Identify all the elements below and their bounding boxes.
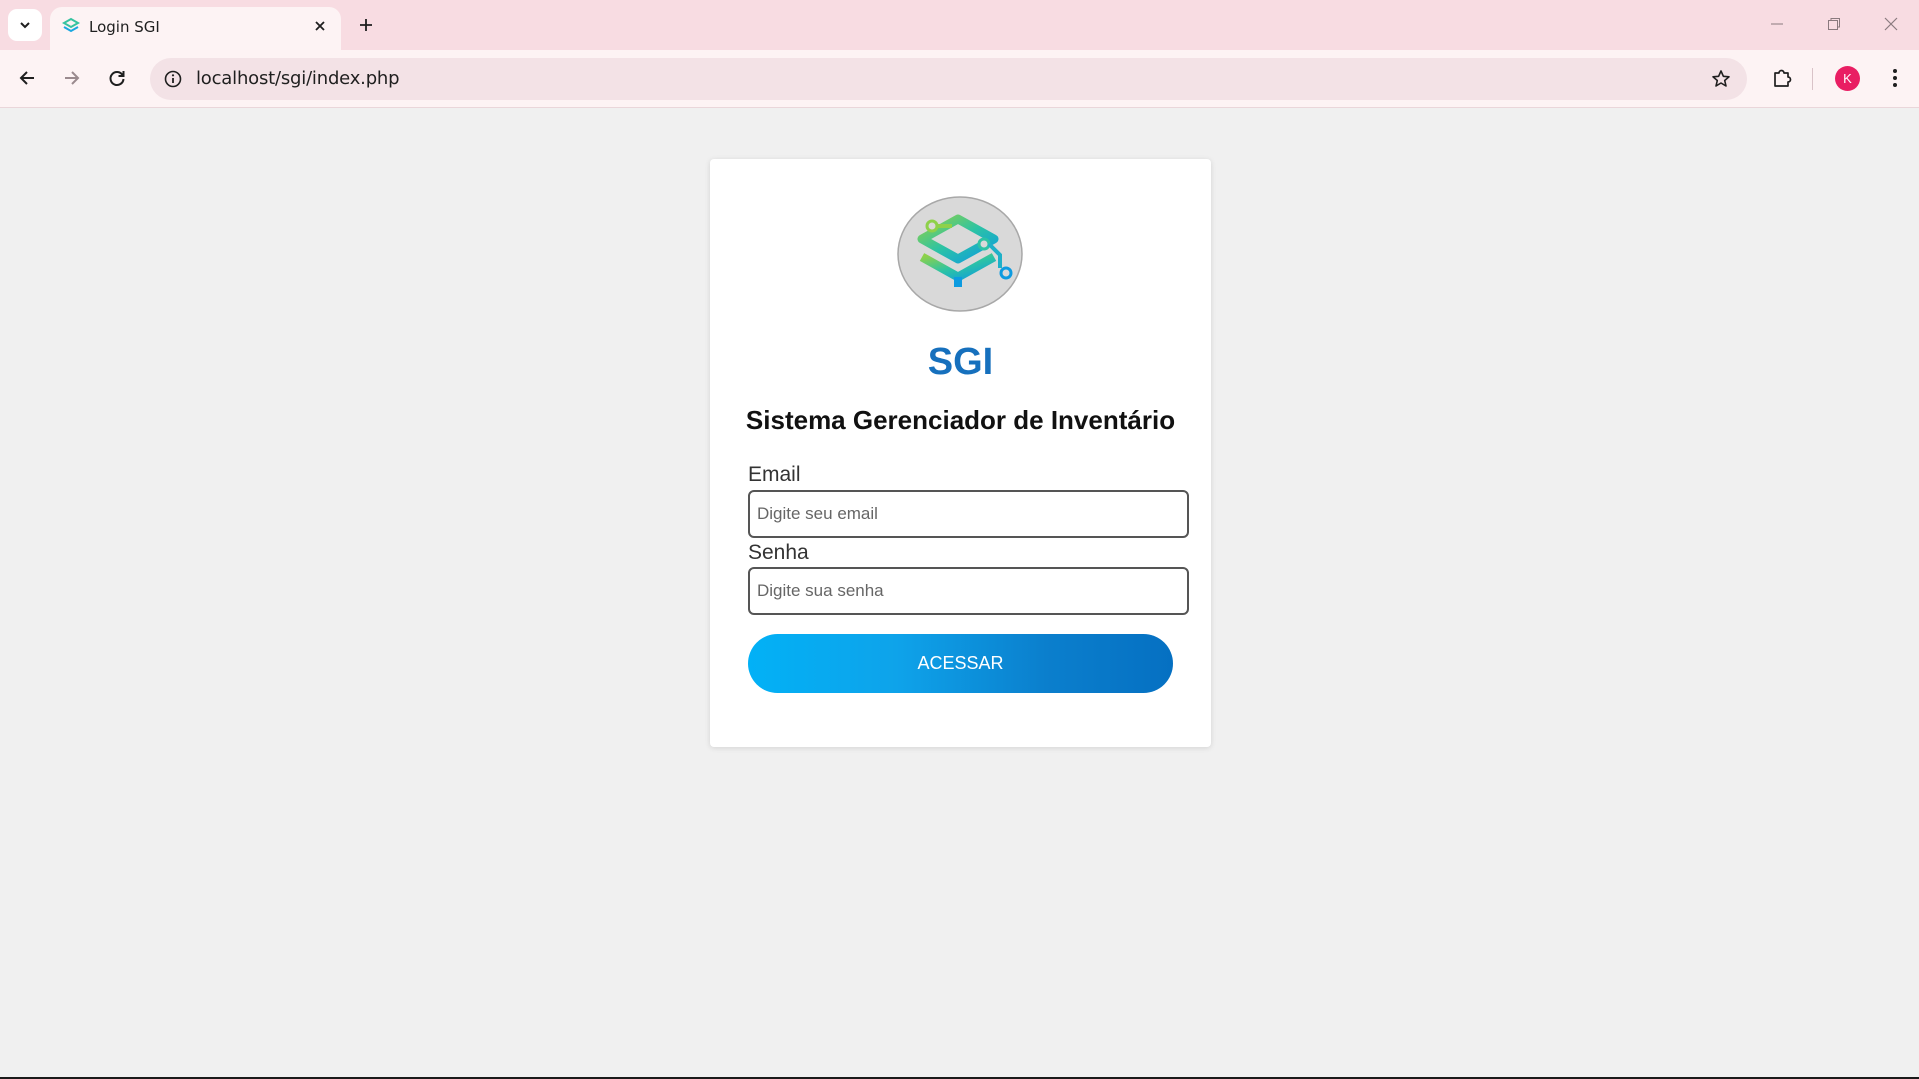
site-info-button[interactable] [160, 66, 186, 92]
minimize-button[interactable] [1757, 6, 1797, 42]
puzzle-icon [1774, 69, 1792, 87]
reload-button[interactable] [99, 60, 135, 96]
address-bar[interactable]: localhost/sgi/index.php [150, 58, 1747, 100]
back-button[interactable] [9, 60, 45, 96]
bookmark-button[interactable] [1707, 65, 1735, 93]
minimize-icon [1771, 23, 1783, 25]
arrow-right-icon [65, 71, 80, 85]
tab-strip: Login SGI [0, 0, 1919, 50]
brand-title: SGI [927, 341, 994, 383]
email-field[interactable] [748, 490, 1189, 538]
arrow-left-icon [19, 71, 34, 85]
tab-title: Login SGI [89, 18, 160, 36]
toolbar-separator [1812, 68, 1813, 90]
restore-button[interactable] [1814, 6, 1854, 42]
url-text: localhost/sgi/index.php [196, 68, 400, 89]
browser-toolbar: localhost/sgi/index.php K [0, 50, 1919, 108]
close-icon [315, 21, 325, 31]
system-subtitle: Sistema Gerenciador de Inventário [745, 405, 1176, 435]
login-submit-button[interactable]: ACESSAR [748, 634, 1173, 693]
close-icon [1884, 17, 1898, 31]
close-tab-button[interactable] [309, 15, 331, 37]
extensions-button[interactable] [1764, 60, 1800, 96]
info-icon [164, 70, 182, 88]
kebab-menu-icon [1893, 69, 1897, 87]
star-icon [1712, 70, 1730, 87]
email-label: Email [748, 463, 801, 486]
sgi-favicon-icon [61, 17, 81, 33]
chevron-down-icon [20, 22, 30, 29]
new-tab-button[interactable] [352, 11, 380, 39]
reload-icon [109, 71, 125, 86]
active-tab[interactable]: Login SGI [50, 7, 341, 50]
forward-button[interactable] [54, 60, 90, 96]
tab-search-button[interactable] [8, 9, 42, 41]
login-card: SGI Sistema Gerenciador de Inventário Em… [710, 159, 1211, 747]
plus-icon [360, 19, 372, 31]
password-field[interactable] [748, 567, 1189, 615]
browser-menu-button[interactable] [1877, 60, 1913, 96]
restore-icon [1828, 18, 1840, 30]
password-label: Senha [748, 541, 809, 564]
sgi-logo-icon [897, 196, 1023, 312]
profile-avatar[interactable]: K [1835, 66, 1860, 91]
page-viewport: SGI Sistema Gerenciador de Inventário Em… [0, 108, 1919, 1079]
close-window-button[interactable] [1871, 6, 1911, 42]
